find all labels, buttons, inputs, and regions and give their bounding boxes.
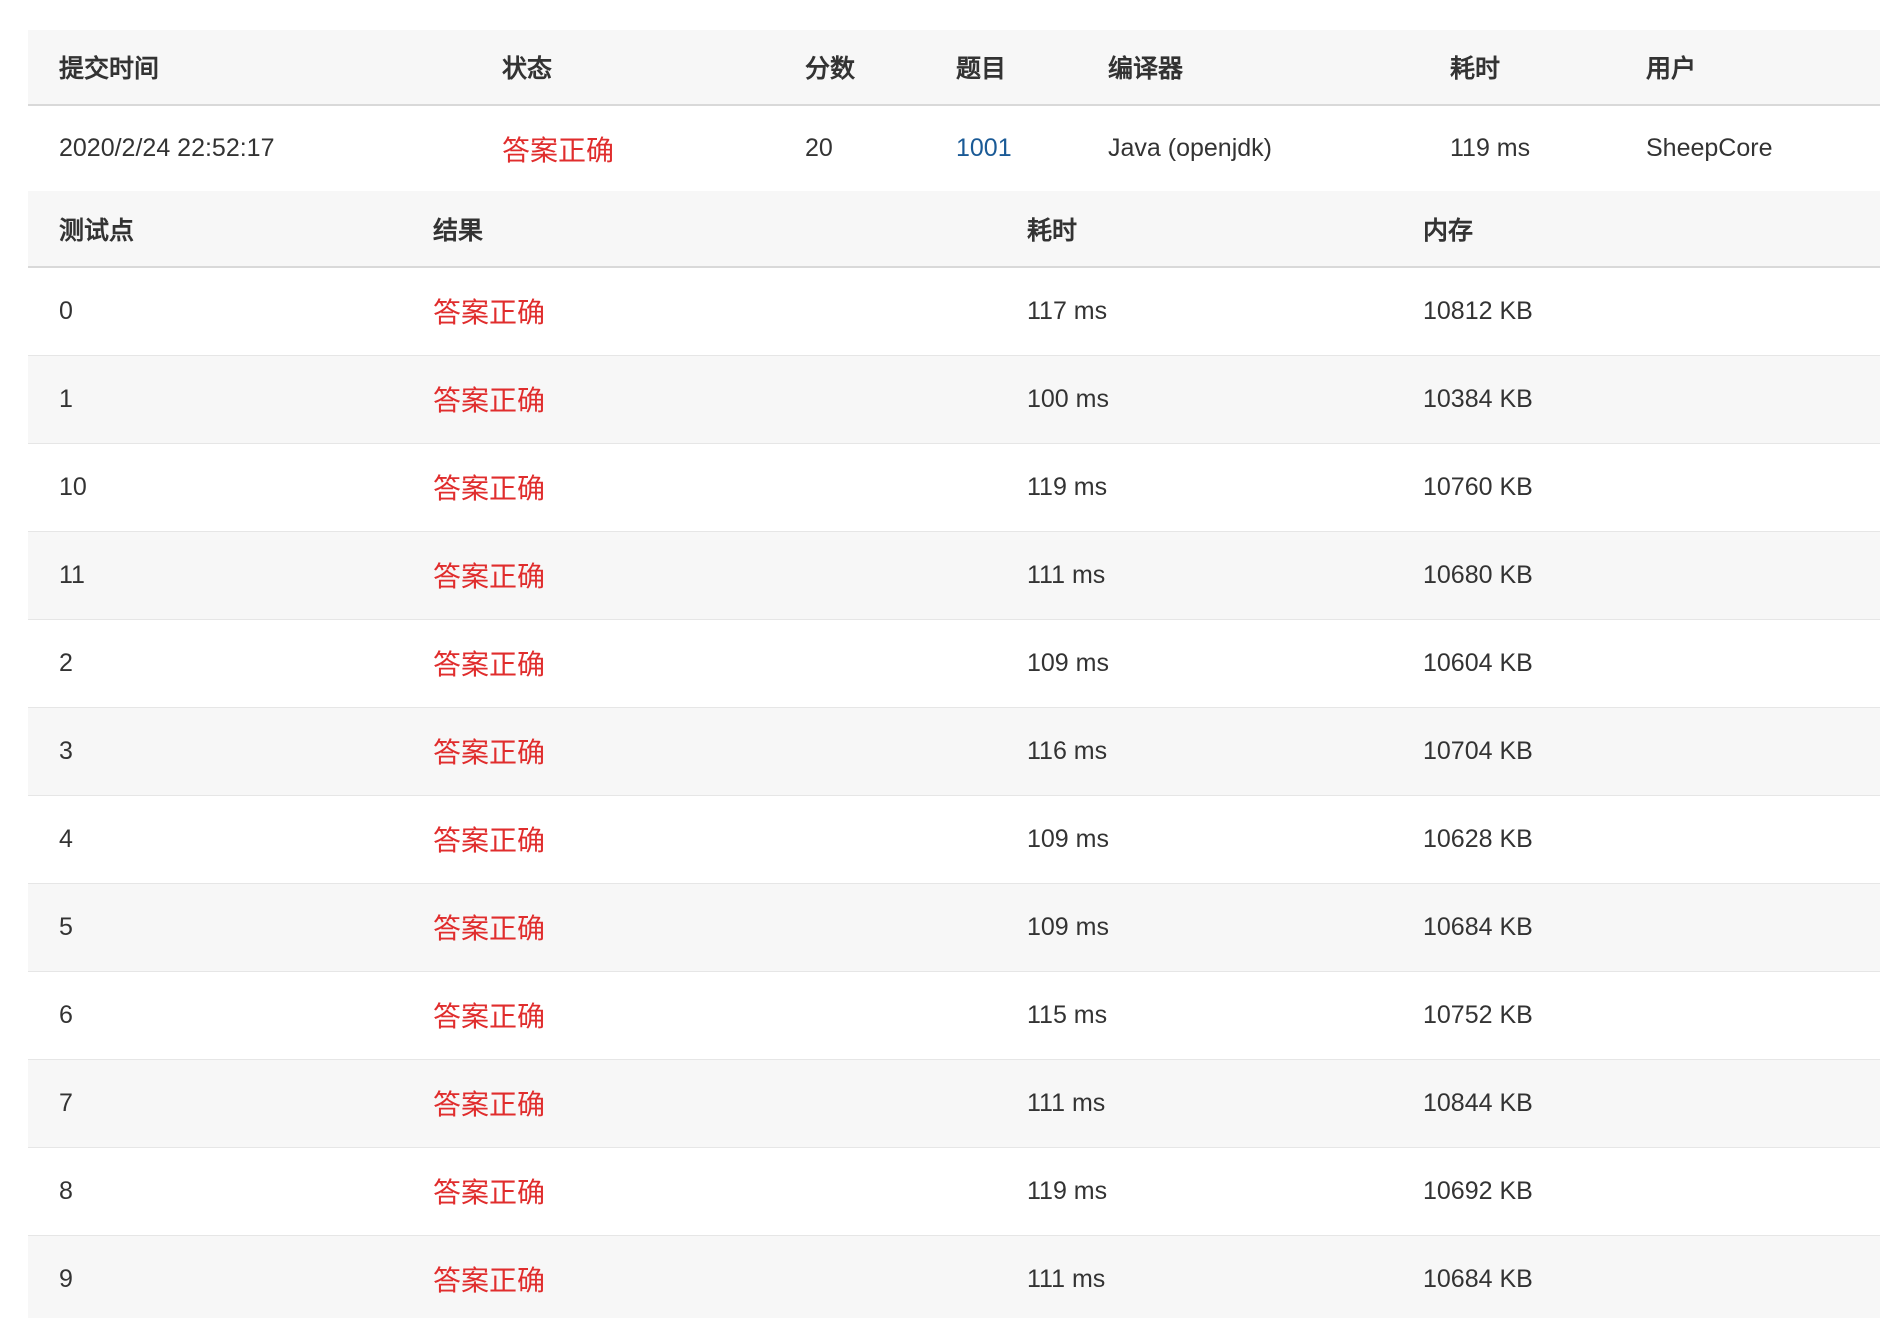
header-test-point: 测试点 [28,191,402,268]
submit-time: 2020/2/24 22:52:17 [59,134,275,162]
test-case-result: 答案正确 [402,442,996,531]
test-case-time: 109 ms [996,618,1392,707]
summary-row: 2020/2/24 22:52:17 答案正确 20 1001 Java (op… [28,105,1880,191]
header-time: 耗时 [1419,30,1615,106]
test-case-time: 115 ms [996,970,1392,1059]
test-case-row: 7 答案正确 111 ms 10844 KB [28,1058,1880,1147]
test-case-memory: 10812 KB [1392,266,1880,355]
test-case-result: 答案正确 [402,1058,996,1147]
test-case-memory: 10684 KB [1392,1234,1880,1318]
compiler: Java (openjdk) [1108,134,1272,162]
test-case-time: 100 ms [996,354,1392,443]
test-case-time: 109 ms [996,882,1392,971]
test-case-result: 答案正确 [402,794,996,883]
test-cases-table: 测试点 结果 耗时 内存 0 答案正确 117 ms 10812 KB 1 答案… [28,191,1880,1318]
test-case-id: 7 [28,1058,402,1147]
test-case-result: 答案正确 [402,1234,996,1318]
test-case-id: 10 [28,442,402,531]
problem-link[interactable]: 1001 [956,134,1012,162]
user-name: SheepCore [1646,134,1773,162]
test-case-memory: 10684 KB [1392,882,1880,971]
test-case-row: 10 答案正确 119 ms 10760 KB [28,442,1880,531]
test-case-result: 答案正确 [402,970,996,1059]
test-case-result: 答案正确 [402,530,996,619]
test-case-row: 6 答案正确 115 ms 10752 KB [28,970,1880,1059]
test-case-memory: 10628 KB [1392,794,1880,883]
test-case-row: 5 答案正确 109 ms 10684 KB [28,882,1880,971]
run-time: 119 ms [1450,134,1531,162]
test-case-id: 11 [28,530,402,619]
test-case-id: 8 [28,1146,402,1235]
test-case-time: 116 ms [996,706,1392,795]
test-case-time: 109 ms [996,794,1392,883]
test-case-result: 答案正确 [402,1146,996,1235]
test-case-id: 9 [28,1234,402,1318]
header-score: 分数 [774,30,925,106]
test-case-memory: 10692 KB [1392,1146,1880,1235]
submission-page: 提交时间 状态 分数 题目 编译器 耗时 用户 2020/2/24 22:52:… [0,0,1904,1318]
test-case-result: 答案正确 [402,706,996,795]
header-memory: 内存 [1392,191,1880,268]
cases-header-row: 测试点 结果 耗时 内存 [28,191,1880,268]
summary-header-row: 提交时间 状态 分数 题目 编译器 耗时 用户 [28,30,1880,106]
test-case-row: 0 答案正确 117 ms 10812 KB [28,266,1880,355]
test-case-result: 答案正确 [402,882,996,971]
test-case-memory: 10680 KB [1392,530,1880,619]
score: 20 [805,134,833,162]
test-case-time: 119 ms [996,1146,1392,1235]
test-case-time: 111 ms [996,1058,1392,1147]
test-case-result: 答案正确 [402,266,996,355]
submission-status: 答案正确 [502,134,615,166]
test-case-row: 2 答案正确 109 ms 10604 KB [28,618,1880,707]
test-case-result: 答案正确 [402,354,996,443]
test-case-id: 6 [28,970,402,1059]
test-case-id: 2 [28,618,402,707]
header-compiler: 编译器 [1077,30,1419,106]
test-case-row: 4 答案正确 109 ms 10628 KB [28,794,1880,883]
test-case-result: 答案正确 [402,618,996,707]
test-case-row: 3 答案正确 116 ms 10704 KB [28,706,1880,795]
test-case-time: 111 ms [996,530,1392,619]
header-user: 用户 [1615,30,1880,106]
test-case-time: 111 ms [996,1234,1392,1318]
problem-cell: 1001 [925,105,1077,191]
header-status: 状态 [471,30,774,106]
submission-summary-table: 提交时间 状态 分数 题目 编译器 耗时 用户 2020/2/24 22:52:… [28,30,1880,191]
test-case-row: 8 答案正确 119 ms 10692 KB [28,1146,1880,1235]
test-case-row: 9 答案正确 111 ms 10684 KB [28,1234,1880,1318]
header-case-time: 耗时 [996,191,1392,268]
test-case-memory: 10604 KB [1392,618,1880,707]
test-case-time: 119 ms [996,442,1392,531]
test-case-id: 1 [28,354,402,443]
test-case-memory: 10752 KB [1392,970,1880,1059]
test-case-row: 1 答案正确 100 ms 10384 KB [28,354,1880,443]
test-case-memory: 10384 KB [1392,354,1880,443]
header-problem: 题目 [925,30,1077,106]
header-submit-time: 提交时间 [28,30,471,106]
test-case-memory: 10844 KB [1392,1058,1880,1147]
test-case-memory: 10760 KB [1392,442,1880,531]
test-case-time: 117 ms [996,266,1392,355]
test-case-id: 5 [28,882,402,971]
test-case-id: 0 [28,266,402,355]
test-case-id: 4 [28,794,402,883]
test-case-id: 3 [28,706,402,795]
submission-panel: 提交时间 状态 分数 题目 编译器 耗时 用户 2020/2/24 22:52:… [28,30,1880,1318]
test-case-row: 11 答案正确 111 ms 10680 KB [28,530,1880,619]
cases-body: 0 答案正确 117 ms 10812 KB 1 答案正确 100 ms 103… [28,266,1880,1318]
test-case-memory: 10704 KB [1392,706,1880,795]
header-result: 结果 [402,191,996,268]
